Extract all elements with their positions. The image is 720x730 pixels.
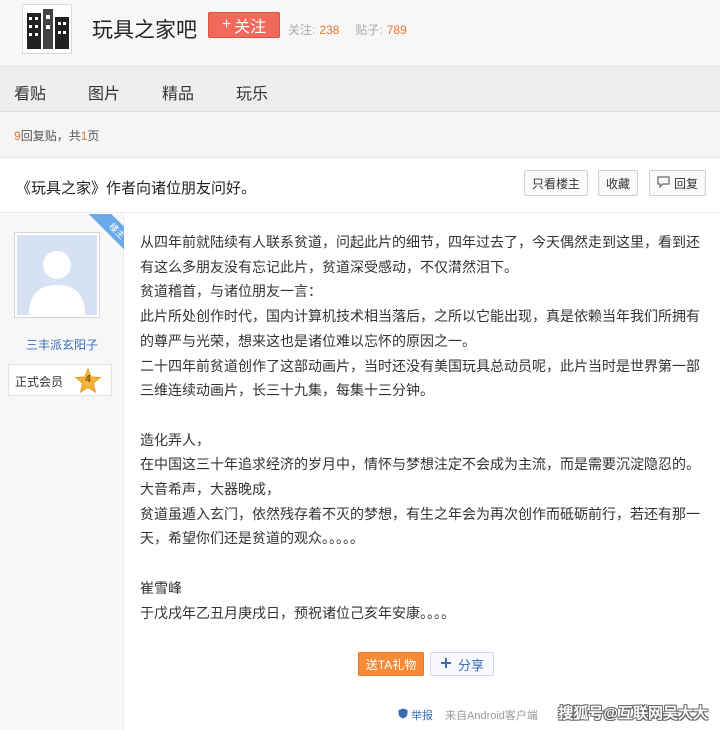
plus-share-icon [440, 657, 452, 672]
thread-meta: 9回复贴，共1页 [0, 112, 720, 156]
post-line: 二十四年前贫道创作了这部动画片，当时还没有美国玩具总动员呢，此片当时是世界第一部 [140, 357, 700, 374]
send-gift-button[interactable]: 送TA礼物 [358, 652, 424, 676]
avatar[interactable] [14, 232, 100, 318]
post-line [140, 551, 700, 576]
follow-label: 关注 [234, 19, 267, 36]
share-label: 分享 [457, 657, 484, 673]
favorite-label: 收藏 [605, 176, 630, 191]
forum-name[interactable]: 玩具之家吧 [92, 14, 197, 44]
post-line: 在中国这三十年追求经济的岁月中，情怀与梦想注定不会成为主流，而是需要沉淀隐忍的。 [140, 456, 700, 473]
level-number: 4 [85, 374, 91, 385]
reply-label: 回复 [673, 176, 698, 191]
post-count-stat: 贴子: 789 [355, 21, 406, 38]
page-suffix: 页 [87, 129, 100, 143]
default-avatar-icon [17, 235, 97, 315]
shield-icon [398, 708, 408, 722]
post-count-label: 贴子: [355, 23, 383, 37]
plus-icon: + [221, 16, 232, 33]
forum-header: 玩具之家吧 + 关注 关注: 238 贴子: 789 [0, 0, 720, 66]
post-line: 三维连续动画片，长三十九集，每集十三分钟。 [140, 382, 434, 399]
tab-images[interactable]: 图片 [88, 80, 120, 104]
post-line: 天，希望你们还是贫道的观众。。。。。 [140, 530, 364, 547]
tab-posts[interactable]: 看贴 [14, 80, 46, 104]
member-label: 正式会员 [15, 375, 64, 389]
reply-text: 回复贴，共 [20, 129, 81, 143]
post-line: 崔雪峰 [140, 579, 182, 596]
reply-icon [657, 175, 670, 191]
forum-nav: 看贴 图片 精品 玩乐 [0, 66, 720, 112]
post-line: 有这么多朋友没有忘记此片，贫道深受感动，不仅潸然泪下。 [140, 258, 518, 275]
post-line: 的尊严与光荣，想来这也是诸位难以忘怀的原因之一。 [140, 332, 476, 349]
post-line [140, 403, 700, 428]
post-footer: 举报 来自Android客户端 搜狐号@互联网吴大大 [0, 702, 720, 730]
report-link[interactable]: 举报 [398, 707, 433, 723]
post-title-bar: 《玩具之家》作者向诸位朋友问好。 只看楼主 收藏 回复 [0, 158, 720, 213]
follow-count: 238 [319, 23, 340, 37]
client-source: 来自Android客户端 [445, 710, 538, 722]
level-star-icon: 4 [74, 367, 102, 394]
post-line: 此片所处创作时代，国内计算机技术相当落后，之所以它能出现，真是依赖当年我们所拥有 [140, 308, 700, 325]
send-gift-label: 送TA礼物 [365, 657, 417, 672]
post-body: 从四年前就陆续有人联系贫道，问起此片的细节，四年过去了，今天偶然走到这里，看到还… [140, 230, 700, 625]
post-line: 大音希声，大器晚成， [140, 481, 280, 498]
favorite-button[interactable]: 收藏 [598, 170, 638, 196]
report-label: 举报 [411, 710, 433, 722]
share-button[interactable]: 分享 [430, 652, 494, 676]
post-line: 从四年前就陆续有人联系贫道，问起此片的细节，四年过去了，今天偶然走到这里，看到还 [140, 234, 700, 250]
post-card: 《玩具之家》作者向诸位朋友问好。 只看楼主 收藏 回复 楼主 三丰派玄阳子 正式… [0, 157, 720, 730]
tab-featured[interactable]: 精品 [162, 80, 194, 104]
reply-summary: 9回复贴，共1页 [14, 127, 99, 144]
follow-count-label: 关注: [288, 23, 316, 37]
author-name[interactable]: 三丰派玄阳子 [0, 336, 124, 353]
tab-fun[interactable]: 玩乐 [236, 80, 268, 104]
post-line: 贫道虽遁入玄门，依然残存着不灭的梦想，有生之年会为再次创作而砥砺前行，若还有那一 [140, 505, 700, 522]
watermark: 搜狐号@互联网吴大大 [558, 705, 708, 722]
author-panel: 楼主 三丰派玄阳子 正式会员 4 [0, 214, 124, 730]
forum-logo[interactable] [22, 4, 72, 54]
member-level: 正式会员 4 [8, 364, 112, 396]
post-line: 贫道稽首，与诸位朋友一言： [140, 283, 322, 300]
post-count: 789 [386, 23, 407, 37]
only-op-label: 只看楼主 [531, 176, 580, 191]
reply-count: 9 [14, 129, 21, 143]
follow-count-stat: 关注: 238 [288, 21, 339, 38]
post-title: 《玩具之家》作者向诸位朋友问好。 [16, 180, 257, 197]
post-line: 造化弄人， [140, 431, 210, 448]
post-line: 于戊戌年乙丑月庚戌日，预祝诸位己亥年安康。。。。 [140, 604, 455, 621]
only-op-button[interactable]: 只看楼主 [524, 170, 588, 196]
forum-stats: 关注: 238 贴子: 789 [288, 21, 407, 38]
reply-button[interactable]: 回复 [649, 170, 706, 196]
follow-button[interactable]: + 关注 [208, 12, 280, 38]
